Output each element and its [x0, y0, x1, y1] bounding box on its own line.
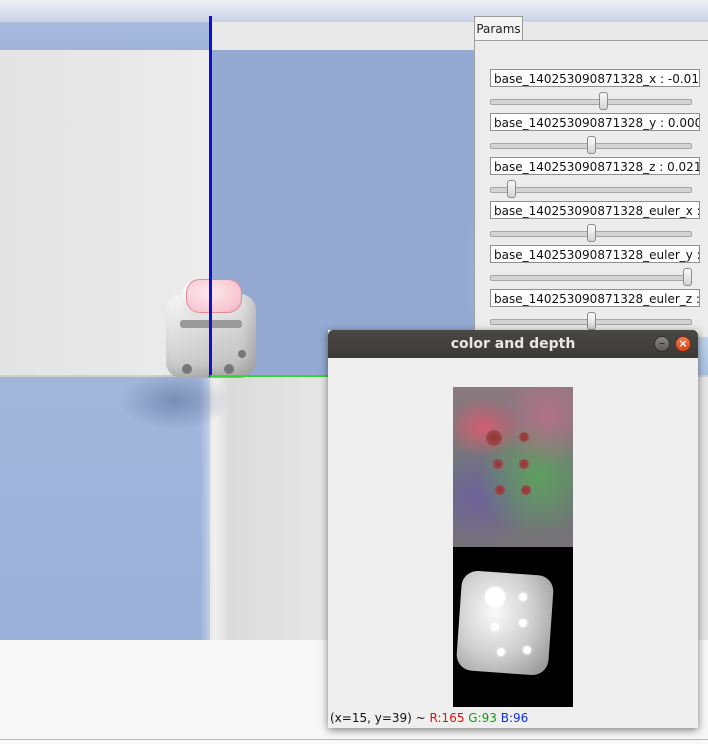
window-title: color and depth: [450, 336, 576, 352]
window-titlebar[interactable]: color and depth – ×: [328, 330, 698, 358]
param-field[interactable]: base_140253090871328_x : -0.015: [490, 69, 700, 87]
depth-pip: [485, 587, 505, 607]
close-icon[interactable]: ×: [675, 336, 691, 352]
param-field[interactable]: base_140253090871328_z : 0.021: [490, 157, 700, 175]
param-field[interactable]: base_140253090871328_euler_z : 0.: [490, 289, 700, 307]
color-image-pip: [495, 485, 505, 495]
params-panel: Params base_140253090871328_x : -0.015 ba…: [474, 16, 708, 337]
depth-pip: [491, 623, 499, 631]
die-pip: [238, 350, 246, 358]
depth-image[interactable]: [453, 547, 573, 707]
pixel-status: (x=15, y=39) ~ R:165 G:93 B:96: [330, 710, 528, 726]
param-slider-thumb[interactable]: [587, 312, 596, 330]
z-axis-line: [209, 16, 212, 377]
depth-pip: [519, 619, 527, 627]
param-slider-thumb[interactable]: [587, 136, 596, 154]
color-image-pip: [486, 430, 502, 446]
param-slider-thumb[interactable]: [587, 224, 596, 242]
pixel-blue-value: B:96: [500, 711, 529, 725]
param-slider[interactable]: [490, 312, 692, 330]
param-slider-thumb[interactable]: [683, 268, 692, 286]
color-image-pip: [519, 459, 529, 469]
y-axis-line: [210, 375, 340, 377]
color-image-pip: [519, 432, 529, 442]
depth-die: [455, 569, 555, 677]
pixel-red-value: R:165: [429, 711, 465, 725]
param-field[interactable]: base_140253090871328_euler_x : 0.: [490, 201, 700, 219]
die-pip: [182, 364, 192, 374]
param-slider[interactable]: [490, 224, 692, 242]
param-slider[interactable]: [490, 136, 692, 154]
param-slider[interactable]: [490, 268, 692, 286]
color-image-pip: [493, 459, 503, 469]
die-highlight: [186, 279, 242, 313]
param-slider[interactable]: [490, 92, 692, 110]
bottom-divider: [0, 739, 708, 740]
pixel-coords: (x=15, y=39) ~: [330, 711, 426, 725]
die-pip: [224, 364, 234, 374]
param-slider[interactable]: [490, 180, 692, 198]
pixel-green-value: G:93: [468, 711, 497, 725]
params-tab[interactable]: Params: [474, 16, 523, 41]
param-slider-thumb[interactable]: [507, 180, 516, 198]
depth-pip: [519, 593, 527, 601]
die-shadow: [120, 372, 230, 430]
color-depth-window: color and depth – × (x=15, y=39) ~ R:165…: [328, 330, 698, 728]
param-field[interactable]: base_140253090871328_y : 0.000: [490, 113, 700, 131]
color-image-pip: [521, 485, 531, 495]
depth-pip: [497, 648, 505, 656]
color-image[interactable]: [453, 387, 573, 547]
param-field[interactable]: base_140253090871328_euler_y : 3.: [490, 245, 700, 263]
param-slider-thumb[interactable]: [599, 92, 608, 110]
minimize-icon[interactable]: –: [654, 336, 670, 352]
params-body: base_140253090871328_x : -0.015 base_1402…: [474, 40, 708, 337]
depth-pip: [523, 646, 531, 654]
